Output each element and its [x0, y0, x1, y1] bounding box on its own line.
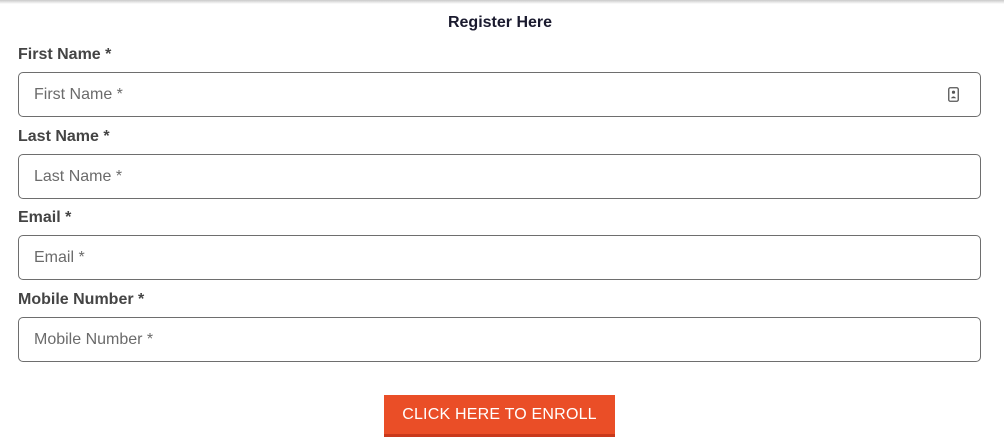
last-name-input[interactable]: [18, 154, 981, 199]
enroll-button[interactable]: CLICK HERE TO ENROLL: [384, 395, 615, 437]
email-field: Email *: [18, 207, 981, 280]
registration-page: Register Here First Name * Last Name * E…: [0, 0, 1004, 447]
mobile-number-input[interactable]: [18, 317, 981, 362]
first-name-input-wrap: [18, 72, 981, 117]
contact-card-icon[interactable]: [948, 87, 959, 102]
last-name-label: Last Name *: [18, 128, 110, 145]
email-input[interactable]: [18, 235, 981, 280]
email-label: Email *: [18, 209, 72, 226]
first-name-input[interactable]: [18, 72, 981, 117]
mobile-number-label: Mobile Number *: [18, 291, 145, 308]
form-title: Register Here: [447, 14, 553, 31]
first-name-label: First Name *: [18, 46, 112, 63]
first-name-field: First Name *: [18, 44, 981, 117]
top-shadow: [0, 0, 1004, 4]
mobile-number-field: Mobile Number *: [18, 289, 981, 362]
last-name-field: Last Name *: [18, 126, 981, 199]
